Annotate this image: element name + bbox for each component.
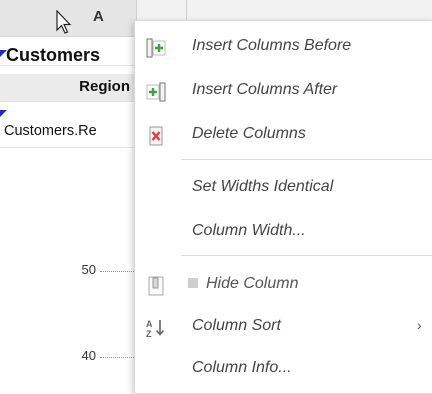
hide-column-icon	[148, 276, 164, 296]
sort-az-icon: A Z	[146, 319, 165, 339]
insert-columns-after-icon	[146, 82, 166, 102]
menu-item-label: Column Info...	[192, 359, 292, 376]
menu-separator	[181, 159, 432, 160]
menu-item-insert-columns-before[interactable]: Insert Columns Before	[135, 25, 432, 69]
svg-text:Z: Z	[146, 329, 152, 339]
column-a-label: A	[93, 8, 104, 25]
menu-item-label: Insert Columns After	[192, 81, 338, 98]
menu-item-column-info[interactable]: Column Info...	[135, 347, 432, 391]
menu-item-column-width[interactable]: Column Width...	[135, 210, 432, 254]
title-cell[interactable]: Customers	[0, 36, 136, 66]
menu-item-label: Hide Column	[206, 275, 299, 292]
menu-item-column-sort[interactable]: A Z Column Sort ›	[135, 305, 432, 349]
disabled-indicator-icon	[188, 278, 198, 288]
svg-text:A: A	[146, 319, 153, 329]
menu-item-label: Insert Columns Before	[192, 37, 352, 54]
menu-item-label: Column Width...	[192, 222, 306, 239]
insert-columns-before-icon	[146, 38, 166, 58]
data-cell[interactable]: Customers.Re	[0, 114, 136, 148]
axis-tick-label: 40	[81, 348, 96, 363]
gridline	[100, 271, 134, 272]
menu-item-set-widths-identical[interactable]: Set Widths Identical	[135, 166, 432, 210]
gridline	[100, 357, 134, 358]
menu-item-label: Column Sort	[192, 317, 281, 334]
column-context-menu: Insert Columns Before Insert Columns Aft…	[134, 20, 432, 394]
axis-tick-label: 50	[81, 262, 96, 277]
menu-item-hide-column[interactable]: Hide Column	[135, 263, 432, 307]
menu-separator	[181, 255, 432, 256]
menu-item-label-wrap: Hide Column	[188, 275, 298, 293]
delete-columns-icon	[149, 126, 163, 146]
mouse-pointer-icon	[56, 10, 72, 34]
menu-item-label: Delete Columns	[192, 125, 306, 142]
region-header-cell[interactable]: Region	[0, 74, 136, 102]
menu-item-delete-columns[interactable]: Delete Columns	[135, 113, 432, 157]
menu-item-insert-columns-after[interactable]: Insert Columns After	[135, 69, 432, 113]
submenu-arrow-icon: ›	[417, 317, 422, 333]
menu-item-label: Set Widths Identical	[192, 178, 334, 195]
